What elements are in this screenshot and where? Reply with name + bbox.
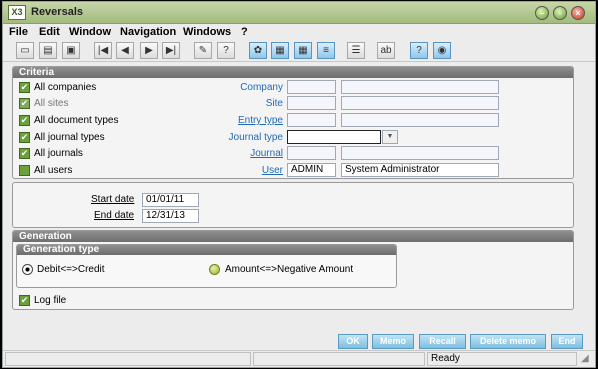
journal-code-field[interactable] [287, 146, 336, 160]
company-code-field[interactable] [287, 80, 336, 94]
resize-grip-icon[interactable]: ◢ [581, 353, 589, 364]
menu-window[interactable]: Window [69, 26, 111, 38]
tree-icon[interactable]: ✿ [249, 42, 267, 59]
all-sites-checkbox[interactable]: ✔ [19, 98, 30, 109]
criteria-panel: Criteria ✔ All companies ✔ All sites ✔ A… [12, 66, 574, 179]
attach-icon[interactable]: ✎ [194, 42, 212, 59]
status-segment-middle [253, 352, 425, 366]
journal-desc-field [341, 146, 499, 160]
chevron-down-icon[interactable]: ▼ [382, 130, 398, 144]
journal-type-link[interactable]: Journal type [203, 132, 283, 143]
entry-type-desc-field [341, 113, 499, 127]
window-icon[interactable]: ▦ [271, 42, 289, 59]
start-date-field[interactable]: 01/01/11 [142, 193, 199, 207]
all-document-types-checkbox[interactable]: ✔ [19, 115, 30, 126]
help-yellow-icon[interactable]: ? [410, 42, 428, 59]
minimize-button[interactable]: – [535, 6, 549, 20]
generation-type-title: Generation type [17, 245, 396, 255]
end-button[interactable]: End [551, 334, 583, 349]
log-file-checkbox[interactable]: ✔ [19, 295, 30, 306]
entry-type-code-field[interactable] [287, 113, 336, 127]
company-desc-field [341, 80, 499, 94]
user-desc-field: System Administrator [341, 163, 499, 177]
start-date-label: Start date [91, 194, 135, 205]
app-logo-icon: X3 [8, 5, 26, 20]
debit-credit-radio[interactable] [22, 264, 33, 275]
journal-type-field[interactable] [287, 130, 381, 144]
delete-memo-button[interactable]: Delete memo [470, 334, 546, 349]
next-icon[interactable]: ▶ [140, 42, 158, 59]
user-link[interactable]: User [203, 165, 283, 176]
all-sites-label: All sites [34, 98, 69, 109]
all-users-checkbox[interactable] [19, 165, 30, 176]
all-journals-checkbox[interactable]: ✔ [19, 148, 30, 159]
all-document-types-label: All document types [34, 115, 119, 126]
all-journal-types-label: All journal types [34, 132, 105, 143]
edit-icon[interactable]: ≡ [317, 42, 335, 59]
list-icon[interactable]: ☰ [347, 42, 365, 59]
maximize-icon: ▫ [558, 8, 562, 18]
text-icon[interactable]: ab [377, 42, 395, 59]
all-journal-types-checkbox[interactable]: ✔ [19, 132, 30, 143]
generation-type-group: Generation type Debit<=>Credit Amount<=>… [16, 244, 397, 288]
new-icon[interactable]: ▭ [16, 42, 34, 59]
window-title: Reversals [31, 6, 83, 18]
user-code-field[interactable]: ADMIN [287, 163, 336, 177]
menu-help[interactable]: ? [241, 26, 248, 38]
minimize-icon: – [539, 8, 545, 18]
menu-windows[interactable]: Windows [183, 26, 231, 38]
log-file-label: Log file [34, 295, 67, 306]
menu-bar: File Edit Window Navigation Windows ? [3, 25, 595, 40]
last-icon[interactable]: ▶| [162, 42, 180, 59]
amount-negative-label: Amount<=>Negative Amount [225, 264, 354, 275]
status-bar: Ready ◢ [3, 350, 595, 367]
menu-navigation[interactable]: Navigation [120, 26, 176, 38]
all-companies-checkbox[interactable]: ✔ [19, 82, 30, 93]
all-journals-label: All journals [34, 148, 83, 159]
ok-button[interactable]: OK [338, 334, 368, 349]
all-users-label: All users [34, 165, 73, 176]
journal-link[interactable]: Journal [203, 148, 283, 159]
all-companies-label: All companies [34, 82, 97, 93]
dates-panel: Start date 01/01/11 End date 12/31/13 [12, 182, 574, 228]
entry-type-link[interactable]: Entry type [203, 115, 283, 126]
menu-file[interactable]: File [9, 26, 28, 38]
print-icon[interactable]: ▤ [39, 42, 57, 59]
close-button[interactable]: × [571, 6, 585, 20]
reversals-window: X3 Reversals – ▫ × File Edit Window Navi… [2, 1, 596, 368]
recall-button[interactable]: Recall [419, 334, 466, 349]
status-segment-left [5, 352, 251, 366]
toolbar: ▭ ▤ ▣ |◀ ◀ ▶ ▶| ✎ ? ✿ ▦ ▦ ≡ ☰ ab ? ◉ [3, 40, 595, 62]
site-code-field[interactable] [287, 96, 336, 110]
site-desc-field [341, 96, 499, 110]
company-link[interactable]: Company [203, 82, 283, 93]
print-preview-icon[interactable]: ▣ [62, 42, 80, 59]
end-date-label: End date [94, 210, 135, 221]
previous-icon[interactable]: ◀ [116, 42, 134, 59]
generation-title: Generation [13, 231, 573, 242]
end-date-field[interactable]: 12/31/13 [142, 209, 199, 223]
menu-edit[interactable]: Edit [39, 26, 60, 38]
amount-negative-radio[interactable] [209, 264, 220, 275]
memo-button[interactable]: Memo [372, 334, 414, 349]
first-icon[interactable]: |◀ [94, 42, 112, 59]
close-icon: × [575, 8, 581, 18]
generation-panel: Generation Generation type Debit<=>Credi… [12, 230, 574, 310]
window2-icon[interactable]: ▦ [294, 42, 312, 59]
site-link[interactable]: Site [203, 98, 283, 109]
maximize-button[interactable]: ▫ [553, 6, 567, 20]
title-bar: X3 Reversals – ▫ × [3, 2, 595, 24]
criteria-title: Criteria [13, 67, 573, 78]
debit-credit-label: Debit<=>Credit [37, 264, 105, 275]
web-icon[interactable]: ◉ [433, 42, 451, 59]
status-text: Ready [427, 352, 577, 366]
help-icon[interactable]: ? [217, 42, 235, 59]
